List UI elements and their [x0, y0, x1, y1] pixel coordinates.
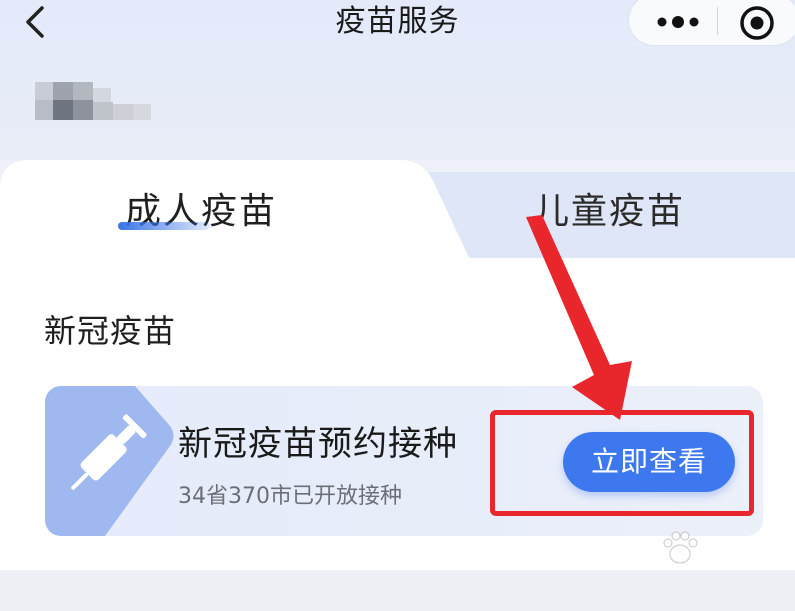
tab-bar: 成人疫苗 儿童疫苗 [0, 160, 795, 260]
top-bar: 疫苗服务 [0, 0, 795, 160]
paw-icon [663, 531, 698, 564]
active-tab-indicator [118, 222, 210, 230]
blurred-user-info [35, 82, 153, 124]
annotation-highlight-box [490, 410, 754, 516]
annotation-arrow-icon [526, 215, 632, 420]
baidu-jingyan-watermark [588, 520, 788, 605]
mini-program-capsule [628, 0, 795, 46]
card-subtitle: 34省370市已开放接种 [178, 484, 402, 509]
card-title: 新冠疫苗预约接种 [178, 424, 458, 464]
capsule-divider [717, 7, 718, 35]
more-icon[interactable] [653, 7, 703, 37]
target-icon[interactable] [737, 3, 777, 43]
section-title: 新冠疫苗 [44, 312, 177, 350]
